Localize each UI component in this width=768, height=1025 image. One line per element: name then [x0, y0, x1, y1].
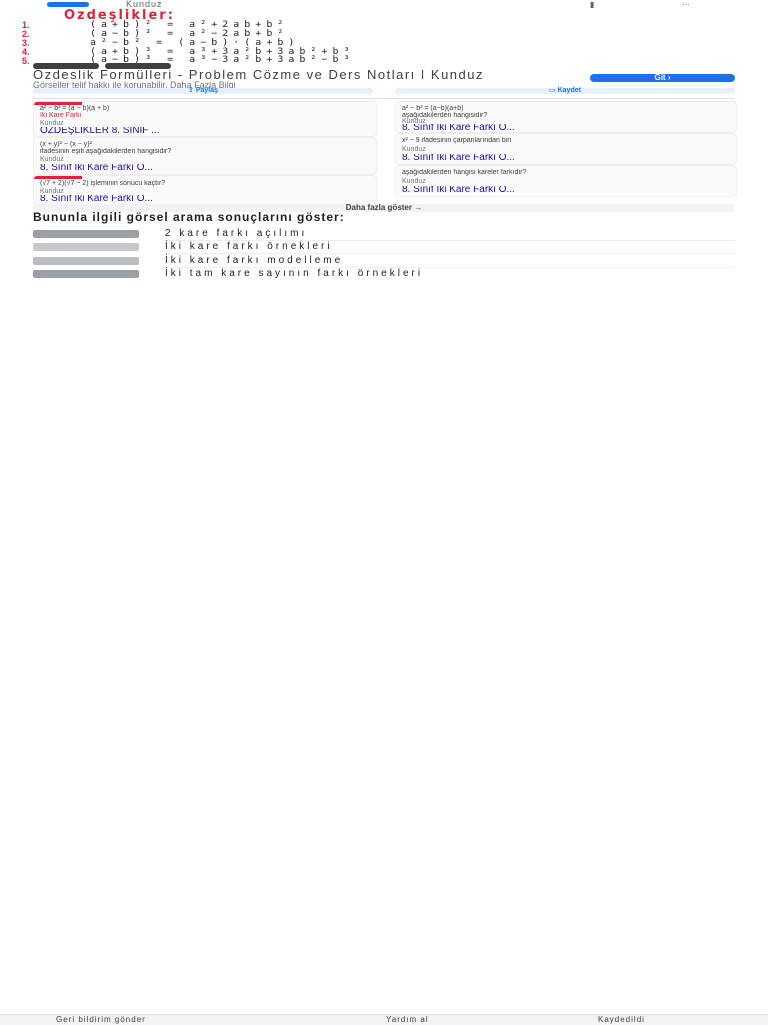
related-searches-heading: Bununla ilgili görsel arama sonuçlarını … [33, 210, 345, 224]
card-text: x² − 9 ifadesinin çarpanlarından biri [402, 137, 512, 144]
card-text: (x + y)² − (x − y)² [40, 141, 92, 148]
get-help-link[interactable]: Yardım al [386, 1016, 429, 1024]
chevron-right-icon: › [667, 73, 671, 82]
result-title[interactable]: Özdeşlik Formülleri - Problem Çözme ve D… [33, 70, 593, 79]
visit-button[interactable]: Git › [590, 74, 735, 82]
card-source: Kunduz [40, 120, 64, 127]
card-text: a² − b² = (a−b)(a+b) [402, 105, 464, 112]
image-nav-dots[interactable] [33, 63, 171, 69]
related-search-label: İki kare farkı örnekleri [165, 241, 333, 252]
card-title[interactable]: 8. Sınıf İki Kare Farkı Ö... [402, 186, 515, 194]
card-title[interactable]: 8. Sınıf İki Kare Farkı Ö... [40, 195, 153, 203]
preview-image[interactable]: Özdeşlikler: 1. (a+b)² = a²+2ab+b² 2. (a… [0, 9, 768, 69]
share-label: Paylaş [195, 87, 218, 94]
related-card[interactable]: a² − b² = (a − b)(a + b) İki Kare Farkı … [33, 101, 377, 137]
related-search-item[interactable]: 2 kare farkı açılımı [33, 228, 735, 242]
related-thumbnail [33, 257, 139, 265]
save-label: Kaydet [557, 87, 581, 94]
related-search-label: İki tam kare sayının farkı örnekleri [165, 268, 424, 279]
related-search-label: İki kare farkı modelleme [165, 255, 344, 266]
saved-link[interactable]: Kaydedildi [598, 1016, 645, 1024]
card-text: a² − b² = (a − b)(a + b) [40, 105, 110, 112]
card-text: (√7 + 2)(√7 − 2) işleminin sonucu kaçtır… [40, 180, 166, 187]
related-card[interactable]: (x + y)² − (x − y)² ifadesinin eşiti aşa… [33, 137, 377, 175]
bookmark-icon[interactable]: ▮ [590, 1, 594, 9]
bookmark-icon: ▭ [549, 87, 556, 94]
related-search-item[interactable]: İki tam kare sayının farkı örnekleri [33, 268, 735, 282]
card-text: aşağıdakilerden hangisi kareler farkıdır… [402, 169, 527, 176]
related-card[interactable]: aşağıdakilerden hangisi kareler farkıdır… [395, 165, 737, 197]
source-name[interactable]: Kunduz [126, 0, 163, 9]
divider [33, 98, 735, 99]
more-icon[interactable]: ⋯ [682, 1, 690, 9]
card-accent [34, 176, 82, 179]
divider [165, 253, 735, 254]
save-button[interactable]: ▭ Kaydet [395, 87, 735, 94]
card-text: İki Kare Farkı [40, 112, 82, 119]
related-card[interactable]: x² − 9 ifadesinin çarpanlarından biri Ku… [395, 133, 737, 165]
card-title[interactable]: ÖZDEŞLİKLER 8. SINIF ... [40, 127, 159, 135]
related-thumbnail [33, 270, 139, 278]
card-source: Kunduz [40, 188, 64, 195]
card-title[interactable]: 8. Sınıf İki Kare Farkı Ö... [402, 154, 515, 162]
related-search-item[interactable]: İki kare farkı örnekleri [33, 241, 735, 255]
card-source: Kunduz [40, 156, 64, 163]
card-title[interactable]: 8. Sınıf İki Kare Farkı Ö... [402, 124, 515, 132]
card-title[interactable]: 8. Sınıf İki Kare Farkı Ö... [40, 164, 153, 172]
related-card[interactable]: a² − b² = (a−b)(a+b) aşağıdakilerden han… [395, 101, 737, 133]
send-feedback-link[interactable]: Geri bildirim gönder [56, 1016, 146, 1024]
active-tab-indicator[interactable] [47, 2, 89, 7]
related-thumbnail [33, 243, 139, 251]
card-text: ifadesinin eşiti aşağıdakilerden hangisi… [40, 148, 172, 155]
share-button[interactable]: ⇪ Paylaş [33, 87, 373, 94]
arrow-right-icon: → [414, 203, 423, 212]
card-source: Kunduz [402, 146, 426, 153]
share-icon: ⇪ [187, 87, 194, 94]
related-thumbnail [33, 230, 139, 238]
show-more-label: Daha fazla göster [345, 203, 412, 212]
footer: Geri bildirim gönder Yardım al Kaydedild… [0, 1014, 768, 1025]
related-card[interactable]: (√7 + 2)(√7 − 2) işleminin sonucu kaçtır… [33, 175, 377, 205]
card-source: Kunduz [402, 178, 426, 185]
top-bar [0, 0, 768, 9]
visit-label: Git [654, 73, 666, 82]
related-search-label: 2 kare farkı açılımı [165, 228, 308, 239]
